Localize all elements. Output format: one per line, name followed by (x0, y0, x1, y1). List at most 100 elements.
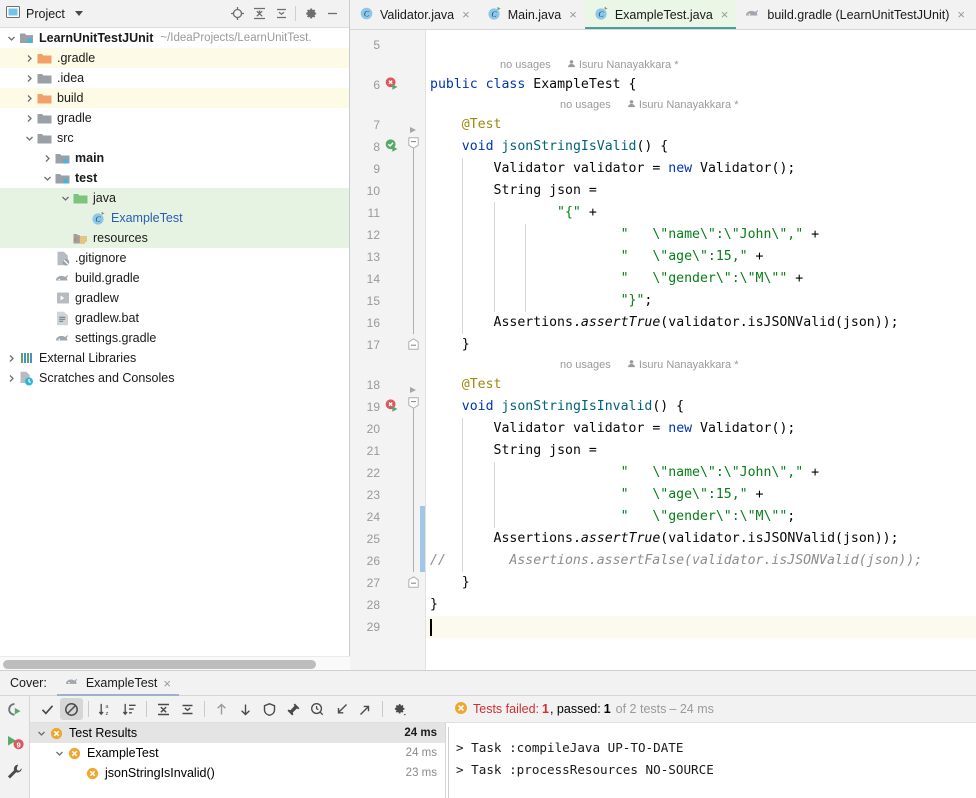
project-tree-horizontal-scrollbar[interactable] (0, 656, 350, 670)
editor-tab-validator-java[interactable]: C Validator.java × (350, 0, 478, 29)
vcs-change-marker[interactable] (420, 506, 425, 572)
check-passed-icon[interactable] (36, 698, 59, 720)
settings-gear-icon[interactable] (388, 698, 411, 720)
chevron-down-icon[interactable] (40, 171, 54, 185)
tree-node-scratches-and-consoles[interactable]: Scratches and Consoles (0, 368, 349, 388)
run-test-failed-icon[interactable] (384, 76, 402, 94)
tree-node-build-gradle[interactable]: build.gradle (0, 268, 349, 288)
code-line[interactable]: String json = (426, 440, 976, 462)
tree-node-test[interactable]: test (0, 168, 349, 188)
collapse-all-icon[interactable] (176, 698, 199, 720)
expand-all-icon[interactable] (248, 3, 270, 25)
wrench-icon[interactable] (6, 763, 24, 784)
settings-gear-icon[interactable] (299, 3, 321, 25)
tree-node-gradlew-bat[interactable]: gradlew.bat (0, 308, 349, 328)
tree-node-settings-gradle[interactable]: settings.gradle (0, 328, 349, 348)
tree-node-root[interactable]: LearnUnitTestJUnit ~/IdeaProjects/LearnU… (0, 28, 349, 48)
close-icon[interactable]: × (957, 7, 965, 22)
close-icon[interactable]: × (163, 676, 171, 691)
inlay-author[interactable]: Isuru Nanayakkara * (636, 99, 739, 111)
sort-by-duration-icon[interactable] (118, 698, 141, 720)
inlay-author[interactable]: Isuru Nanayakkara * (576, 59, 679, 71)
code-line[interactable]: " \"name\":\"John\"," + (426, 462, 976, 484)
build-console[interactable]: > Task :compileJava UP-TO-DATE > Task :pr… (446, 723, 976, 798)
inlay-author[interactable]: Isuru Nanayakkara * (636, 359, 739, 371)
minimize-icon[interactable] (321, 3, 343, 25)
tree-node-main[interactable]: main (0, 148, 349, 168)
code-line[interactable]: String json = (426, 180, 976, 202)
code-line[interactable]: " \"name\":\"John\"," + (426, 224, 976, 246)
fold-region-start-icon[interactable] (408, 137, 419, 149)
code-line[interactable]: public class ExampleTest { (426, 74, 976, 96)
chevron-right-icon[interactable] (4, 371, 18, 385)
code-line[interactable]: // Assertions.assertFalse(validator.isJS… (426, 550, 976, 572)
editor-tab-main-java[interactable]: C Main.java × (478, 0, 585, 29)
tree-node-gitignore[interactable]: .gitignore (0, 248, 349, 268)
tree-node-exampletest[interactable]: C ExampleTest (0, 208, 349, 228)
code-line[interactable]: " \"gender\":\"M\""; (426, 506, 976, 528)
code-line[interactable]: " \"age\":15," + (426, 246, 976, 268)
editor-gutter[interactable]: 5 6 7 8 9 10 11 12 13 14 15 16 17 18 19 20 21 22 23 24 25 26 2… (350, 30, 426, 670)
chevron-right-icon[interactable] (22, 51, 36, 65)
tree-node-gradlew[interactable]: gradlew (0, 288, 349, 308)
tree-node-resources[interactable]: resources (0, 228, 349, 248)
hide-passed-icon[interactable] (60, 698, 83, 720)
code-line[interactable]: "}"; (426, 290, 976, 312)
expand-all-icon[interactable] (152, 698, 175, 720)
test-results-tree[interactable]: Test Results 24 ms ExampleTest 24 ms jsonStr… (30, 723, 446, 798)
editor-text[interactable]: public class ExampleTest { @Test void js… (426, 30, 976, 670)
code-line[interactable]: Validator validator = new Validator(); (426, 418, 976, 440)
editor-tab-build-gradle-learnunittestjunit[interactable]: build.gradle (LearnUnitTestJUnit) × (736, 0, 973, 29)
fold-region-end-icon[interactable] (408, 338, 419, 350)
run-test-passed-icon[interactable] (384, 138, 402, 156)
chevron-down-icon[interactable] (34, 726, 48, 740)
run-left-rail[interactable]: 9 (0, 696, 30, 798)
fold-region-end-icon[interactable] (408, 576, 419, 588)
next-failed-icon[interactable] (234, 698, 257, 720)
code-line[interactable]: Assertions.assertTrue(validator.isJSONVa… (426, 528, 976, 550)
chevron-right-icon[interactable] (22, 71, 36, 85)
tree-node-gradle[interactable]: .gradle (0, 48, 349, 68)
project-tree[interactable]: LearnUnitTestJUnit ~/IdeaProjects/LearnU… (0, 28, 349, 656)
chevron-right-icon[interactable] (40, 151, 54, 165)
test-tree-row[interactable]: ExampleTest 24 ms (30, 743, 445, 763)
run-test-failed-icon[interactable] (384, 398, 402, 416)
test-tree-row[interactable]: jsonStringIsInvalid() 23 ms (30, 763, 445, 783)
close-icon[interactable]: × (569, 7, 577, 22)
collapse-all-icon[interactable] (270, 3, 292, 25)
rerun-failed-icon[interactable]: 9 (5, 732, 24, 754)
code-line[interactable] (426, 616, 976, 638)
close-icon[interactable]: × (462, 7, 470, 22)
chevron-right-icon[interactable] (22, 91, 36, 105)
cover-tab-exampletest[interactable]: ExampleTest × (56, 670, 180, 696)
inlay-hint[interactable]: no usages Isuru Nanayakkara * (560, 97, 738, 114)
chevron-down-icon[interactable] (58, 191, 72, 205)
fold-expanded-icon[interactable] (408, 124, 418, 134)
code-line[interactable]: @Test (426, 374, 976, 396)
code-line[interactable]: @Test (426, 114, 976, 136)
previous-failed-icon[interactable] (210, 698, 233, 720)
tree-node-java[interactable]: java (0, 188, 349, 208)
code-line[interactable]: void jsonStringIsValid() { (426, 136, 976, 158)
history-icon[interactable] (306, 698, 329, 720)
chevron-down-icon[interactable] (52, 746, 66, 760)
code-line[interactable]: " \"gender\":\"M\"" + (426, 268, 976, 290)
tree-node-idea[interactable]: .idea (0, 68, 349, 88)
editor-tab-exampletest-java[interactable]: C ExampleTest.java × (584, 0, 737, 29)
inlay-hint[interactable]: no usages Isuru Nanayakkara * (560, 357, 738, 374)
inlay-usages[interactable]: no usages (560, 359, 611, 371)
test-tree-row[interactable]: Test Results 24 ms (30, 723, 445, 743)
fold-region-start-icon[interactable] (408, 397, 419, 409)
import-tests-icon[interactable] (330, 698, 353, 720)
export-tests-icon[interactable] (354, 698, 377, 720)
inlay-usages[interactable]: no usages (500, 59, 551, 71)
inlay-hint[interactable]: no usages Isuru Nanayakkara * (500, 57, 678, 74)
close-icon[interactable]: × (721, 7, 729, 22)
tree-node-build[interactable]: build (0, 88, 349, 108)
code-line[interactable]: } (426, 572, 976, 594)
chevron-down-icon[interactable] (22, 131, 36, 145)
pin-tab-icon[interactable] (282, 698, 305, 720)
code-line[interactable]: Assertions.assertTrue(validator.isJSONVa… (426, 312, 976, 334)
chevron-down-icon[interactable] (74, 11, 83, 16)
inlay-usages[interactable]: no usages (560, 99, 611, 111)
